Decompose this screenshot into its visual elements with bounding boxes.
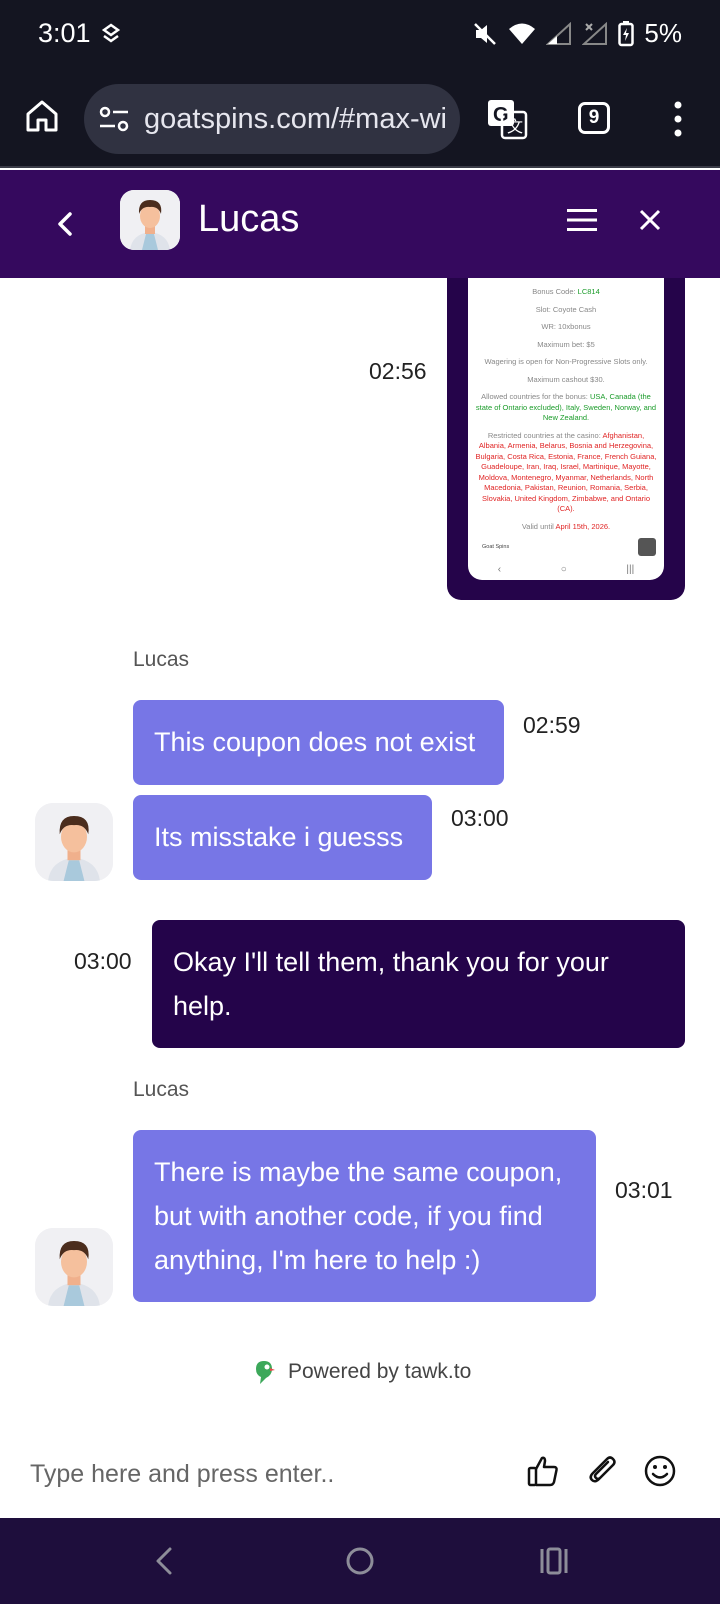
agent-name: Lucas	[198, 198, 300, 240]
nav-recents-icon[interactable]	[537, 1544, 571, 1578]
message-text: This coupon does not exist	[154, 727, 476, 757]
agent-message-bubble: There is maybe the same coupon, but with…	[133, 1130, 596, 1302]
attachment-line: Bonus Code: LC814	[532, 287, 600, 296]
status-bar: 3:01 5%	[0, 0, 720, 68]
status-indicators: 5%	[472, 18, 682, 49]
agent-avatar	[35, 803, 113, 881]
visitor-message-bubble: Okay I'll tell them, thank you for your …	[152, 920, 685, 1048]
thumbs-up-icon[interactable]	[526, 1454, 560, 1488]
message-text: Its misstake i guesss	[154, 822, 404, 852]
attachment-line: Wagering is open for Non-Progressive Slo…	[484, 357, 648, 366]
attachment-line: Allowed countries for the bonus: USA, Ca…	[475, 392, 657, 422]
message-time: 03:00	[74, 948, 132, 974]
message-input[interactable]	[30, 1452, 490, 1496]
powered-by-text: Powered by tawk.to	[288, 1360, 472, 1383]
hamburger-menu-icon[interactable]	[566, 206, 598, 234]
sender-name: Lucas	[133, 648, 190, 671]
wifi-icon	[509, 23, 536, 44]
agent-message-bubble: Its misstake i guesss	[133, 795, 432, 880]
url-bar[interactable]: goatspins.com/#max-wi	[84, 84, 460, 154]
nav-back-icon[interactable]	[148, 1544, 182, 1578]
signal-icon-2	[582, 21, 608, 45]
status-time: 3:01	[38, 18, 91, 48]
agent-avatar	[35, 1228, 113, 1306]
tawk-parrot-icon	[256, 1361, 275, 1384]
home-icon[interactable]	[24, 98, 60, 134]
attachment-line: Maximum bet: $5	[537, 339, 595, 349]
tab-switcher-button[interactable]: 9	[578, 102, 610, 134]
message-time: 03:01	[615, 1177, 673, 1203]
chat-header: Lucas	[0, 170, 720, 278]
message-list[interactable]: 02:56 Bonus Code: LC814 Slot: Coyote Cas…	[0, 278, 720, 1518]
translate-icon[interactable]: G 文	[486, 98, 528, 140]
attachment-footer-text: Goat Spins	[482, 544, 510, 550]
site-settings-icon[interactable]	[98, 105, 130, 133]
message-text: Okay I'll tell them, thank you for your …	[173, 947, 609, 1021]
image-attachment[interactable]: Bonus Code: LC814 Slot: Coyote Cash WR: …	[447, 278, 685, 600]
url-text: goatspins.com/#max-wi	[144, 102, 447, 135]
attachment-back-icon: ‹	[497, 563, 502, 575]
agent-message-bubble: This coupon does not exist	[133, 700, 504, 785]
attachment-line: WR: 10xbonus	[541, 322, 591, 331]
system-nav-bar	[0, 1518, 720, 1604]
message-time: 02:56	[369, 358, 427, 384]
attachment-preview: Bonus Code: LC814 Slot: Coyote Cash WR: …	[468, 278, 664, 580]
message-time: 03:00	[451, 805, 509, 831]
mute-icon	[474, 22, 497, 45]
agent-avatar	[120, 190, 180, 250]
signal-icon-1	[546, 21, 572, 45]
powered-by[interactable]: Powered by tawk.to	[250, 1358, 471, 1386]
tab-count: 9	[588, 107, 600, 128]
attachment-recents-icon: |||	[626, 563, 635, 575]
browser-toolbar: goatspins.com/#max-wi G 文 9	[0, 68, 720, 168]
sender-name: Lucas	[133, 1078, 190, 1101]
battery-icon	[618, 20, 635, 46]
attachment-footer: Goat Spins	[468, 538, 664, 558]
attachment-paperclip-icon[interactable]	[586, 1454, 620, 1488]
svg-text:文: 文	[507, 118, 523, 136]
attachment-line: Valid until April 15th, 2026.	[521, 521, 611, 531]
nav-home-icon[interactable]	[343, 1544, 377, 1578]
emoji-icon[interactable]	[643, 1454, 677, 1488]
close-icon[interactable]	[636, 206, 664, 234]
attachment-line: Restricted countries at the casino: Afgh…	[475, 430, 657, 514]
message-time: 02:59	[523, 712, 581, 738]
screen: 3:01 5% goatspins.com/#max-wi G 文 9 Luca…	[0, 0, 720, 1604]
message-composer	[0, 1428, 720, 1518]
battery-percent: 5%	[644, 18, 682, 48]
attachment-home-icon: ○	[560, 563, 567, 575]
attachment-nav: ‹ ○ |||	[468, 560, 664, 580]
attachment-text: Bonus Code: LC814 Slot: Coyote Cash WR: …	[468, 287, 664, 532]
sync-icon	[101, 23, 121, 43]
share-icon	[638, 538, 656, 556]
attachment-line: Maximum cashout $30.	[527, 374, 605, 384]
attachment-line: Slot: Coyote Cash	[535, 304, 597, 314]
back-arrow-icon[interactable]	[50, 206, 80, 242]
message-text: There is maybe the same coupon, but with…	[154, 1157, 563, 1275]
more-options-icon[interactable]	[670, 100, 686, 138]
